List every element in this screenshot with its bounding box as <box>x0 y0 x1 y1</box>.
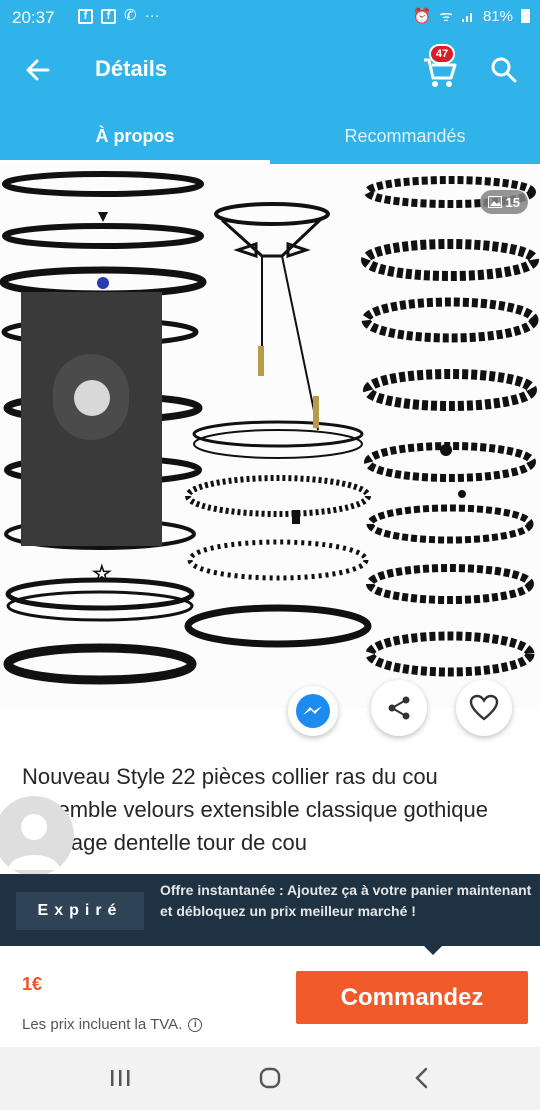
favorite-button[interactable] <box>456 680 512 736</box>
home-icon <box>259 1067 281 1089</box>
back-button[interactable] <box>20 52 56 88</box>
product-image[interactable]: ☆ 15 <box>0 164 540 708</box>
vat-note: Les prix incluent la TVA. i <box>22 1016 203 1033</box>
vat-note-text: Les prix incluent la TVA. <box>22 1016 183 1033</box>
product-title: Nouveau Style 22 pièces collier ras du c… <box>22 764 488 855</box>
page-title: Détails <box>95 56 168 81</box>
product-price: 1€ <box>22 974 43 994</box>
offer-pointer <box>424 946 442 955</box>
signal-icon <box>461 13 472 22</box>
heart-icon <box>469 694 499 721</box>
status-bar: 20:37 f f ✆ ··· ⏰ ᯤ 81% <box>0 0 540 34</box>
gallery-icon <box>487 196 502 208</box>
search-button[interactable] <box>488 54 520 86</box>
messenger-icon <box>296 694 330 728</box>
facebook-notification-icon-2: f <box>101 8 116 24</box>
status-system-icons: ⏰ ᯤ 81% <box>413 6 530 26</box>
svg-text:☆: ☆ <box>92 562 112 587</box>
battery-percent: 81% <box>482 7 513 25</box>
offer-text: Offre instantanée : Ajoutez ça à votre p… <box>160 882 532 919</box>
share-button[interactable] <box>371 680 427 736</box>
order-button[interactable]: Commandez <box>296 971 528 1024</box>
search-icon <box>491 57 517 83</box>
wifi-icon: ᯤ <box>439 8 453 25</box>
status-time: 20:37 <box>12 8 55 27</box>
recent-apps-icon <box>111 1070 130 1086</box>
home-button[interactable] <box>250 1063 290 1093</box>
system-navigation-bar <box>0 1047 540 1110</box>
facebook-notification-icon: f <box>78 8 93 24</box>
app-bar: Détails 47 <box>0 34 540 106</box>
more-notifications-icon: ··· <box>144 7 160 24</box>
photo-count-badge: 15 <box>479 190 528 214</box>
redacted-overlay <box>21 292 162 546</box>
chevron-left-icon <box>415 1067 428 1089</box>
avatar-silhouette <box>74 380 110 416</box>
messenger-share-button[interactable] <box>288 686 338 736</box>
alarm-icon: ⏰ <box>412 8 432 25</box>
instant-offer-banner[interactable]: Expiré Offre instantanée : Ajoutez ça à … <box>0 874 540 946</box>
tab-recommended[interactable]: Recommandés <box>270 106 540 164</box>
cart-count-badge: 47 <box>429 44 455 64</box>
expired-tag: Expiré <box>16 892 144 930</box>
tab-bar: À propos Recommandés <box>0 106 540 164</box>
info-icon[interactable]: i <box>188 1017 203 1032</box>
placeholder-avatar-icon <box>53 354 129 440</box>
system-back-button[interactable] <box>402 1063 442 1093</box>
recent-apps-button[interactable] <box>100 1063 140 1093</box>
photo-count: 15 <box>505 194 520 210</box>
battery-icon <box>521 9 530 23</box>
phone-icon: ✆ <box>124 7 137 24</box>
tab-about[interactable]: À propos <box>0 106 270 164</box>
status-notification-icons: f f ✆ ··· <box>78 6 160 26</box>
share-icon <box>388 696 410 720</box>
arrow-left-icon <box>26 59 50 81</box>
